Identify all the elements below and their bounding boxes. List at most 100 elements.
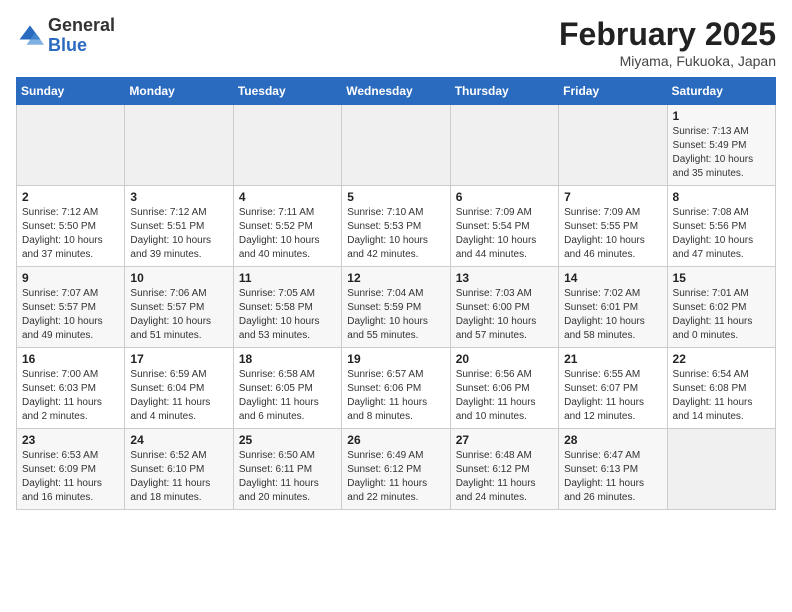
day-info: Sunrise: 6:54 AMSunset: 6:08 PMDaylight:… bbox=[673, 368, 770, 424]
day-info: Sunrise: 6:50 AMSunset: 6:11 PMDaylight:… bbox=[239, 449, 336, 505]
day-info: Sunrise: 7:11 AMSunset: 5:52 PMDaylight:… bbox=[239, 206, 336, 262]
day-info: Sunrise: 7:05 AMSunset: 5:58 PMDaylight:… bbox=[239, 287, 336, 343]
day-number: 15 bbox=[673, 271, 770, 285]
day-number: 28 bbox=[564, 433, 661, 447]
day-number: 21 bbox=[564, 352, 661, 366]
day-info: Sunrise: 7:10 AMSunset: 5:53 PMDaylight:… bbox=[347, 206, 444, 262]
calendar-cell: 21 Sunrise: 6:55 AMSunset: 6:07 PMDayligh… bbox=[559, 348, 667, 429]
day-info: Sunrise: 7:04 AMSunset: 5:59 PMDaylight:… bbox=[347, 287, 444, 343]
day-info: Sunrise: 7:12 AMSunset: 5:50 PMDaylight:… bbox=[22, 206, 119, 262]
day-info: Sunrise: 6:52 AMSunset: 6:10 PMDaylight:… bbox=[130, 449, 227, 505]
calendar-cell: 26 Sunrise: 6:49 AMSunset: 6:12 PMDayligh… bbox=[342, 429, 450, 510]
day-info: Sunrise: 7:07 AMSunset: 5:57 PMDaylight:… bbox=[22, 287, 119, 343]
calendar-week-1: 2 Sunrise: 7:12 AMSunset: 5:50 PMDaylight… bbox=[17, 186, 776, 267]
header-day-thursday: Thursday bbox=[450, 78, 558, 105]
day-number: 12 bbox=[347, 271, 444, 285]
day-info: Sunrise: 7:08 AMSunset: 5:56 PMDaylight:… bbox=[673, 206, 770, 262]
title-block: February 2025 Miyama, Fukuoka, Japan bbox=[559, 16, 776, 69]
page-header: General Blue February 2025 Miyama, Fukuo… bbox=[16, 16, 776, 69]
day-number: 5 bbox=[347, 190, 444, 204]
calendar-week-3: 16Sunrise: 7:00 AMSunset: 6:03 PMDayligh… bbox=[17, 348, 776, 429]
day-number: 22 bbox=[673, 352, 770, 366]
calendar-cell bbox=[667, 429, 775, 510]
day-info: Sunrise: 6:53 AMSunset: 6:09 PMDaylight:… bbox=[22, 449, 119, 505]
logo-icon bbox=[16, 22, 44, 50]
day-info: Sunrise: 7:12 AMSunset: 5:51 PMDaylight:… bbox=[130, 206, 227, 262]
day-number: 24 bbox=[130, 433, 227, 447]
calendar-week-4: 23 Sunrise: 6:53 AMSunset: 6:09 PMDayligh… bbox=[17, 429, 776, 510]
day-number: 2 bbox=[22, 190, 119, 204]
day-number: 18 bbox=[239, 352, 336, 366]
day-number: 16 bbox=[22, 352, 119, 366]
day-number: 14 bbox=[564, 271, 661, 285]
logo-text: General Blue bbox=[48, 16, 115, 56]
day-info: Sunrise: 7:09 AMSunset: 5:55 PMDaylight:… bbox=[564, 206, 661, 262]
header-day-wednesday: Wednesday bbox=[342, 78, 450, 105]
day-info: Sunrise: 7:03 AMSunset: 6:00 PMDaylight:… bbox=[456, 287, 553, 343]
day-info: Sunrise: 6:49 AMSunset: 6:12 PMDaylight:… bbox=[347, 449, 444, 505]
calendar-cell: 22 Sunrise: 6:54 AMSunset: 6:08 PMDayligh… bbox=[667, 348, 775, 429]
header-day-tuesday: Tuesday bbox=[233, 78, 341, 105]
day-info: Sunrise: 7:01 AMSunset: 6:02 PMDaylight:… bbox=[673, 287, 770, 343]
header-day-friday: Friday bbox=[559, 78, 667, 105]
calendar-cell: 14 Sunrise: 7:02 AMSunset: 6:01 PMDayligh… bbox=[559, 267, 667, 348]
day-number: 13 bbox=[456, 271, 553, 285]
day-info: Sunrise: 7:13 AMSunset: 5:49 PMDaylight:… bbox=[673, 125, 770, 181]
calendar-cell: 16Sunrise: 7:00 AMSunset: 6:03 PMDayligh… bbox=[17, 348, 125, 429]
calendar-cell: 8 Sunrise: 7:08 AMSunset: 5:56 PMDaylight… bbox=[667, 186, 775, 267]
day-number: 19 bbox=[347, 352, 444, 366]
day-number: 9 bbox=[22, 271, 119, 285]
calendar-cell: 3 Sunrise: 7:12 AMSunset: 5:51 PMDaylight… bbox=[125, 186, 233, 267]
day-info: Sunrise: 6:47 AMSunset: 6:13 PMDaylight:… bbox=[564, 449, 661, 505]
calendar-cell: 12 Sunrise: 7:04 AMSunset: 5:59 PMDayligh… bbox=[342, 267, 450, 348]
day-number: 26 bbox=[347, 433, 444, 447]
day-number: 7 bbox=[564, 190, 661, 204]
calendar-table: SundayMondayTuesdayWednesdayThursdayFrid… bbox=[16, 77, 776, 510]
header-day-monday: Monday bbox=[125, 78, 233, 105]
calendar-cell: 4 Sunrise: 7:11 AMSunset: 5:52 PMDaylight… bbox=[233, 186, 341, 267]
location: Miyama, Fukuoka, Japan bbox=[559, 53, 776, 69]
calendar-cell: 1Sunrise: 7:13 AMSunset: 5:49 PMDaylight… bbox=[667, 105, 775, 186]
day-number: 10 bbox=[130, 271, 227, 285]
day-number: 25 bbox=[239, 433, 336, 447]
calendar-cell: 9 Sunrise: 7:07 AMSunset: 5:57 PMDaylight… bbox=[17, 267, 125, 348]
day-number: 11 bbox=[239, 271, 336, 285]
calendar-cell: 7 Sunrise: 7:09 AMSunset: 5:55 PMDaylight… bbox=[559, 186, 667, 267]
day-info: Sunrise: 6:56 AMSunset: 6:06 PMDaylight:… bbox=[456, 368, 553, 424]
calendar-cell bbox=[450, 105, 558, 186]
day-number: 17 bbox=[130, 352, 227, 366]
day-number: 6 bbox=[456, 190, 553, 204]
calendar-cell: 27Sunrise: 6:48 AMSunset: 6:12 PMDayligh… bbox=[450, 429, 558, 510]
calendar-cell: 6Sunrise: 7:09 AMSunset: 5:54 PMDaylight… bbox=[450, 186, 558, 267]
calendar-cell bbox=[17, 105, 125, 186]
header-day-saturday: Saturday bbox=[667, 78, 775, 105]
calendar-cell bbox=[233, 105, 341, 186]
calendar-cell bbox=[559, 105, 667, 186]
day-number: 20 bbox=[456, 352, 553, 366]
day-info: Sunrise: 6:57 AMSunset: 6:06 PMDaylight:… bbox=[347, 368, 444, 424]
day-number: 4 bbox=[239, 190, 336, 204]
calendar-cell: 2 Sunrise: 7:12 AMSunset: 5:50 PMDaylight… bbox=[17, 186, 125, 267]
calendar-cell: 10 Sunrise: 7:06 AMSunset: 5:57 PMDayligh… bbox=[125, 267, 233, 348]
calendar-week-2: 9 Sunrise: 7:07 AMSunset: 5:57 PMDaylight… bbox=[17, 267, 776, 348]
day-number: 3 bbox=[130, 190, 227, 204]
day-number: 23 bbox=[22, 433, 119, 447]
day-info: Sunrise: 6:59 AMSunset: 6:04 PMDaylight:… bbox=[130, 368, 227, 424]
calendar-cell: 18 Sunrise: 6:58 AMSunset: 6:05 PMDayligh… bbox=[233, 348, 341, 429]
day-info: Sunrise: 7:06 AMSunset: 5:57 PMDaylight:… bbox=[130, 287, 227, 343]
calendar-cell: 25 Sunrise: 6:50 AMSunset: 6:11 PMDayligh… bbox=[233, 429, 341, 510]
header-day-sunday: Sunday bbox=[17, 78, 125, 105]
day-info: Sunrise: 6:55 AMSunset: 6:07 PMDaylight:… bbox=[564, 368, 661, 424]
calendar-cell: 11 Sunrise: 7:05 AMSunset: 5:58 PMDayligh… bbox=[233, 267, 341, 348]
calendar-cell: 17 Sunrise: 6:59 AMSunset: 6:04 PMDayligh… bbox=[125, 348, 233, 429]
logo: General Blue bbox=[16, 16, 115, 56]
day-info: Sunrise: 6:48 AMSunset: 6:12 PMDaylight:… bbox=[456, 449, 553, 505]
day-info: Sunrise: 7:02 AMSunset: 6:01 PMDaylight:… bbox=[564, 287, 661, 343]
logo-blue: Blue bbox=[48, 35, 87, 55]
day-number: 8 bbox=[673, 190, 770, 204]
calendar-cell: 19 Sunrise: 6:57 AMSunset: 6:06 PMDayligh… bbox=[342, 348, 450, 429]
calendar-cell: 15 Sunrise: 7:01 AMSunset: 6:02 PMDayligh… bbox=[667, 267, 775, 348]
day-info: Sunrise: 6:58 AMSunset: 6:05 PMDaylight:… bbox=[239, 368, 336, 424]
calendar-week-0: 1Sunrise: 7:13 AMSunset: 5:49 PMDaylight… bbox=[17, 105, 776, 186]
calendar-header-row: SundayMondayTuesdayWednesdayThursdayFrid… bbox=[17, 78, 776, 105]
